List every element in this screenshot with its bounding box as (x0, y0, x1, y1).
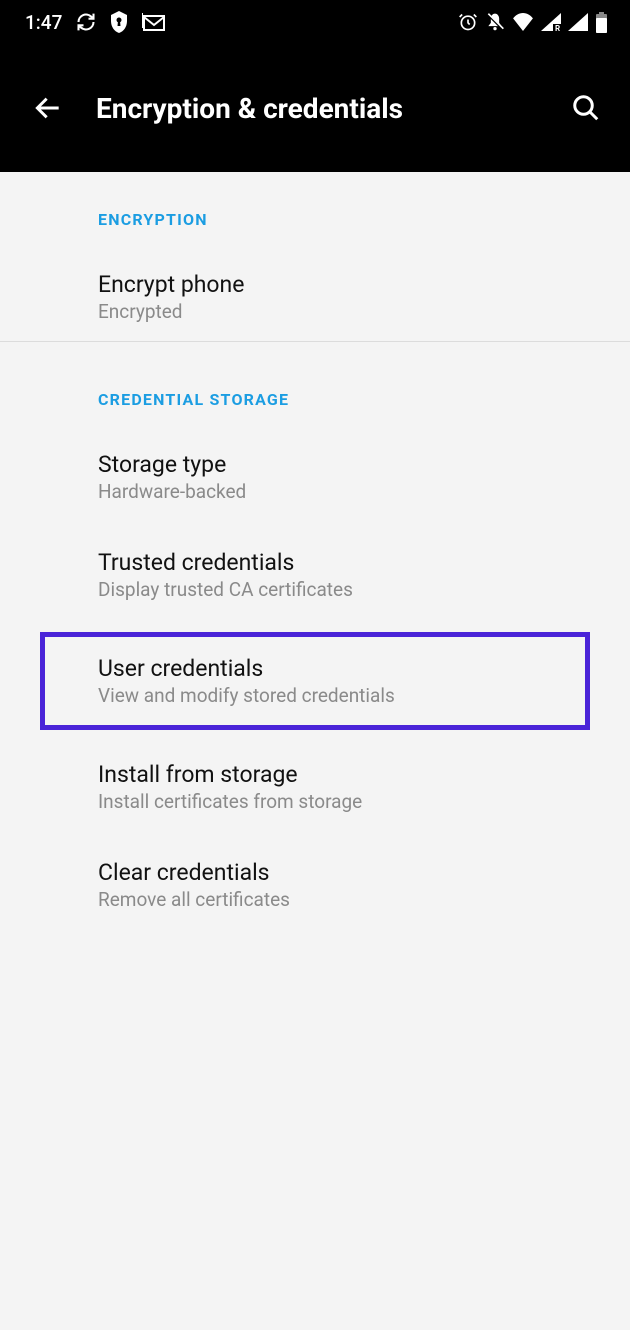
setting-subtitle: Encrypted (98, 300, 590, 323)
wifi-icon (512, 13, 534, 31)
signal-r-icon: R (541, 13, 561, 31)
status-left: 1:47 (25, 11, 166, 34)
sync-icon (76, 12, 96, 32)
setting-install-from-storage[interactable]: Install from storage Install certificate… (0, 743, 630, 831)
setting-title: Trusted credentials (98, 549, 590, 576)
setting-title: User credentials (98, 655, 585, 682)
signal-icon (568, 13, 588, 31)
setting-subtitle: Display trusted CA certificates (98, 578, 590, 601)
alarm-icon (458, 12, 478, 32)
setting-encrypt-phone[interactable]: Encrypt phone Encrypted (0, 253, 630, 341)
setting-title: Storage type (98, 451, 590, 478)
section-header-encryption: ENCRYPTION (0, 172, 630, 253)
setting-user-credentials[interactable]: User credentials View and modify stored … (40, 632, 590, 730)
section-gap (0, 342, 630, 352)
status-bar: 1:47 R (0, 0, 630, 44)
svg-text:R: R (555, 24, 560, 31)
setting-subtitle: Hardware-backed (98, 480, 590, 503)
setting-title: Clear credentials (98, 859, 590, 886)
back-button[interactable] (28, 88, 68, 128)
status-time: 1:47 (25, 11, 62, 34)
setting-storage-type[interactable]: Storage type Hardware-backed (0, 433, 630, 521)
setting-subtitle: View and modify stored credentials (98, 684, 585, 707)
app-bar: Encryption & credentials (0, 44, 630, 172)
setting-clear-credentials[interactable]: Clear credentials Remove all certificate… (0, 831, 630, 929)
notifications-off-icon (485, 12, 505, 32)
setting-trusted-credentials[interactable]: Trusted credentials Display trusted CA c… (0, 521, 630, 619)
battery-icon (595, 12, 608, 33)
setting-subtitle: Remove all certificates (98, 888, 590, 911)
page-title: Encryption & credentials (96, 92, 566, 125)
keyhole-icon (110, 11, 128, 33)
content: ENCRYPTION Encrypt phone Encrypted CREDE… (0, 172, 630, 929)
setting-title: Encrypt phone (98, 271, 590, 298)
setting-subtitle: Install certificates from storage (98, 790, 590, 813)
status-right: R (458, 12, 608, 33)
section-header-credential-storage: CREDENTIAL STORAGE (0, 352, 630, 433)
setting-title: Install from storage (98, 761, 590, 788)
search-button[interactable] (566, 88, 606, 128)
gmail-icon (142, 12, 166, 32)
